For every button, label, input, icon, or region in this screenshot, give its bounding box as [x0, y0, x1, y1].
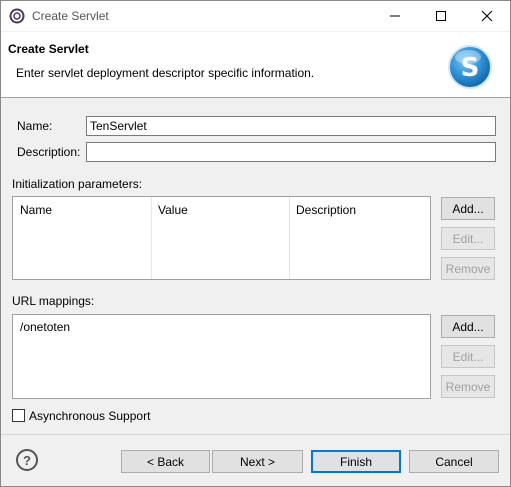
list-item[interactable]: /onetoten [20, 320, 70, 334]
servlet-s-icon: S [448, 45, 492, 89]
window-title: Create Servlet [32, 9, 109, 23]
column-header-value[interactable]: Value [158, 203, 188, 217]
back-button[interactable]: < Back [121, 450, 210, 473]
column-divider [289, 197, 290, 279]
url-mappings-list[interactable]: /onetoten [12, 314, 431, 399]
page-title: Create Servlet [8, 42, 89, 56]
next-button[interactable]: Next > [212, 450, 303, 473]
help-icon[interactable]: ? [16, 449, 38, 471]
close-button[interactable] [464, 1, 510, 31]
create-servlet-dialog: Create Servlet Create Servlet Enter serv… [0, 0, 511, 487]
finish-button[interactable]: Finish [311, 450, 401, 473]
footer-separator [1, 434, 510, 435]
url-mappings-label: URL mappings: [12, 294, 95, 308]
svg-text:S: S [461, 53, 480, 83]
name-label: Name: [17, 119, 53, 133]
init-add-button[interactable]: Add... [441, 197, 495, 220]
cancel-button[interactable]: Cancel [409, 450, 499, 473]
url-remove-button[interactable]: Remove [441, 375, 495, 398]
column-header-name[interactable]: Name [20, 203, 52, 217]
async-support-label[interactable]: Asynchronous Support [29, 409, 150, 423]
description-label: Description: [17, 145, 81, 159]
description-field[interactable] [86, 142, 496, 162]
close-icon [481, 10, 493, 22]
maximize-button[interactable] [418, 1, 464, 31]
url-add-button[interactable]: Add... [441, 315, 495, 338]
eclipse-icon [9, 8, 25, 24]
url-edit-button[interactable]: Edit... [441, 345, 495, 368]
page-description: Enter servlet deployment descriptor spec… [16, 66, 315, 80]
init-params-label: Initialization parameters: [12, 177, 143, 191]
maximize-icon [436, 11, 446, 21]
name-field[interactable] [86, 116, 496, 136]
column-header-description[interactable]: Description [296, 203, 356, 217]
minimize-button[interactable] [372, 1, 418, 31]
init-edit-button[interactable]: Edit... [441, 227, 495, 250]
init-remove-button[interactable]: Remove [441, 257, 495, 280]
minimize-icon [390, 15, 400, 17]
async-support-checkbox[interactable] [12, 409, 25, 422]
init-params-table[interactable]: Name Value Description [12, 196, 431, 280]
wizard-header: Create Servlet Enter servlet deployment … [1, 32, 510, 98]
title-bar: Create Servlet [1, 1, 510, 31]
column-divider [151, 197, 152, 279]
